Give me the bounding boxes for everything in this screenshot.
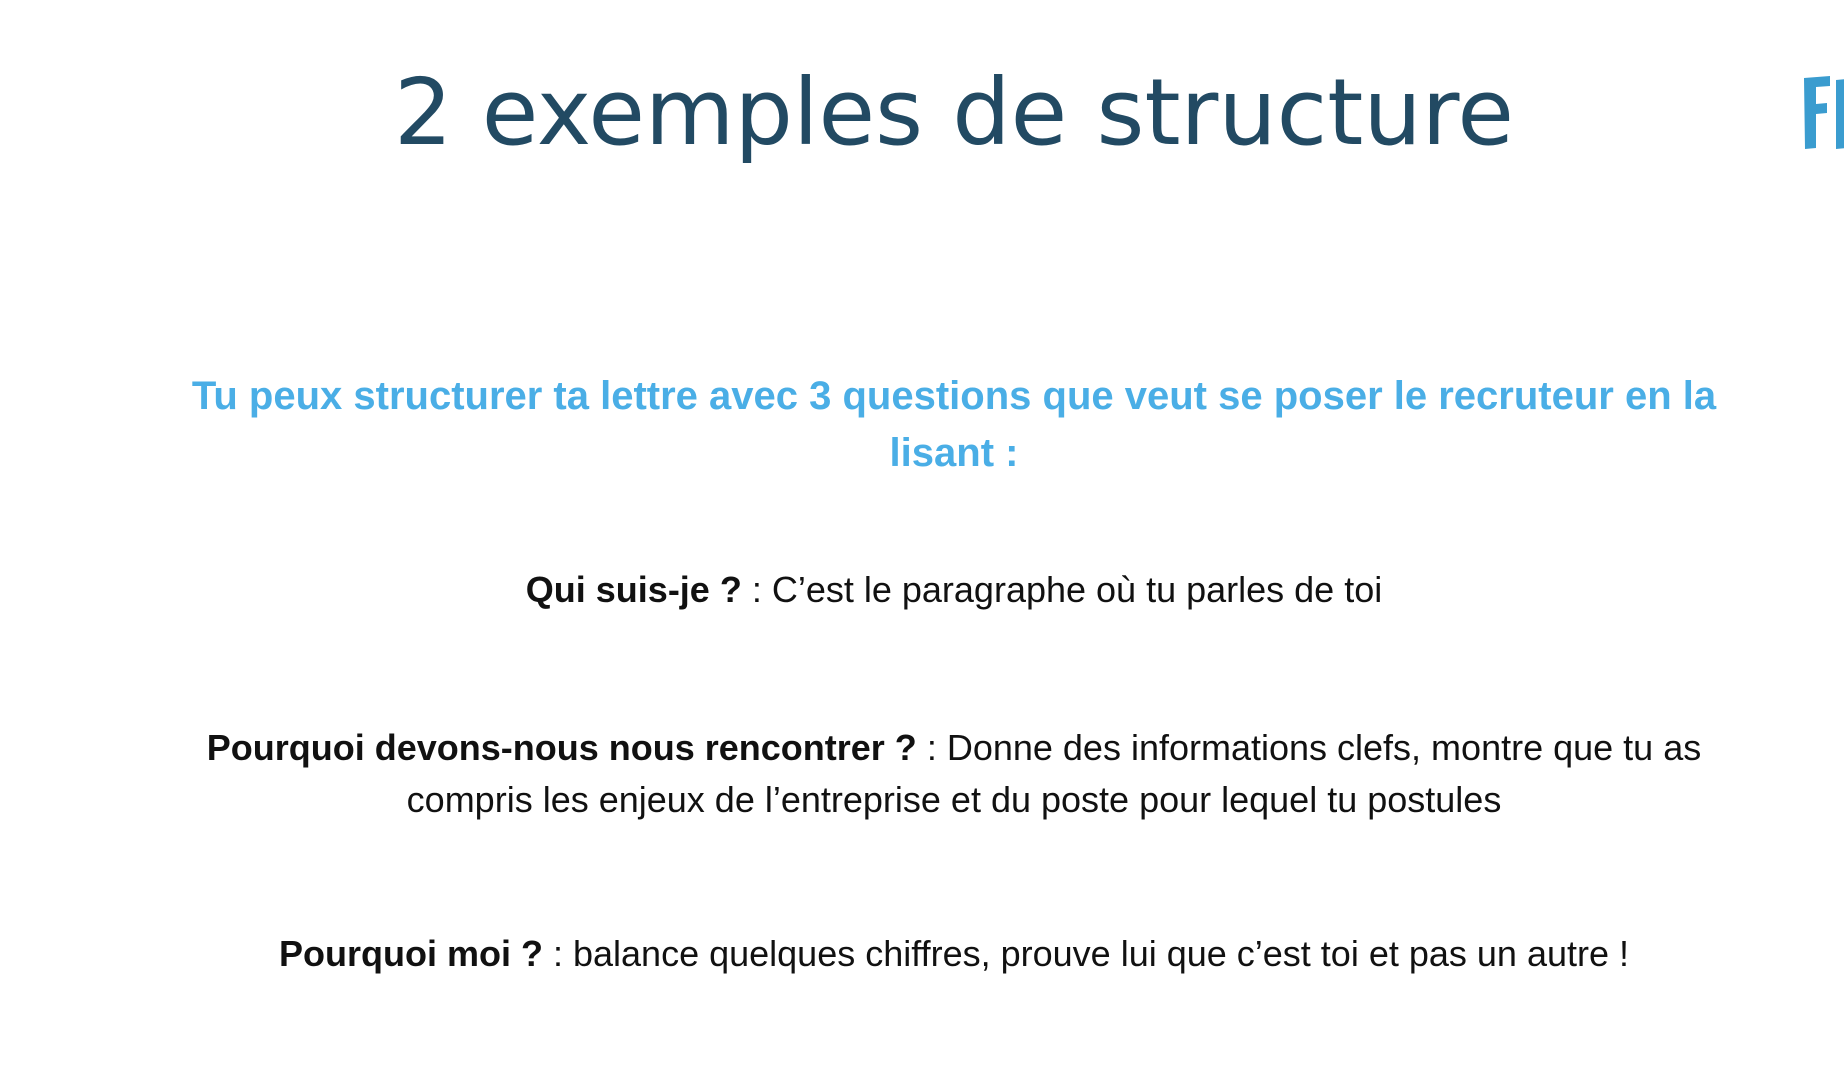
structure-item-who: Qui suis-je ? : C’est le paragraphe où t… (150, 564, 1758, 616)
logo-fragment-icon (1800, 72, 1844, 152)
item-question: Pourquoi moi ? (279, 933, 543, 974)
structure-item-why-me: Pourquoi moi ? : balance quelques chiffr… (150, 928, 1758, 980)
subtitle: Tu peux structurer ta lettre avec 3 ques… (191, 374, 1717, 475)
slide: 2 exemples de structure Tu peux structur… (0, 0, 1844, 1066)
item-question: Pourquoi devons-nous nous rencontrer ? (206, 727, 917, 768)
item-answer: : balance quelques chiffres, prouve lui … (542, 933, 1629, 974)
item-answer: : C’est le paragraphe où tu parles de to… (741, 569, 1383, 610)
structure-item-why-meet: Pourquoi devons-nous nous rencontrer ? :… (180, 722, 1728, 826)
item-question: Qui suis-je ? (525, 569, 742, 610)
slide-title: 2 exemples de structure (393, 59, 1515, 166)
